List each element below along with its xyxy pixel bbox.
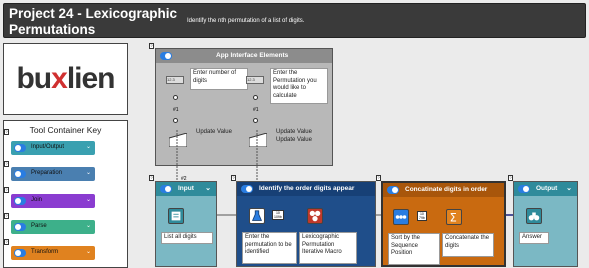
key-item-parse[interactable]: Parse ⌄	[11, 220, 95, 234]
record-count-badge: 10 109b	[272, 210, 284, 220]
chevron-down-icon[interactable]: ⌄	[566, 184, 572, 192]
numeric-updown-tool[interactable]: 12.3	[166, 76, 184, 84]
note-list-digits: List all digits	[161, 232, 213, 244]
chevron-down-icon[interactable]: ⌄	[86, 196, 91, 203]
comment-marker: ?	[4, 129, 9, 135]
container-header[interactable]: App Interface Elements	[156, 49, 332, 63]
comment-marker: ?	[4, 187, 9, 193]
tool-container-key: Tool Container Key ? Input/Output ⌄ ? Pr…	[3, 120, 128, 268]
page-title: Project 24 - Lexicographic Permutations	[9, 6, 178, 37]
update-value-label: Update Value Update Value	[276, 129, 312, 143]
toggle-switch[interactable]	[14, 223, 26, 231]
text-input-icon[interactable]	[168, 208, 184, 224]
update-value-icon[interactable]	[249, 133, 267, 147]
macro-icon[interactable]	[307, 208, 323, 224]
container-header[interactable]: Concatinate digits in order	[383, 183, 504, 197]
chevron-down-icon[interactable]: ⌄	[86, 222, 91, 229]
header-banner: Project 24 - Lexicographic Permutations …	[3, 3, 586, 38]
chevron-down-icon[interactable]: ⌄	[86, 248, 91, 255]
container-header[interactable]: Identify the order digits appear	[237, 182, 375, 196]
note-digits: Enter number of digits	[190, 68, 248, 90]
toggle-switch[interactable]	[387, 186, 399, 194]
note-sort: Sort by the Sequence Position	[388, 233, 440, 265]
connector-anchor[interactable]	[253, 95, 258, 100]
note-enter-permutation: Enter the permutation to be identified	[242, 232, 297, 264]
toggle-switch[interactable]	[160, 52, 172, 60]
concat-container[interactable]: Concatinate digits in order 10 79b Σ Sor…	[381, 181, 506, 267]
key-item-input-output[interactable]: Input/Output ⌄	[11, 141, 95, 155]
output-container[interactable]: Output ⌄ Answer	[513, 181, 578, 267]
note-answer: Answer	[519, 232, 549, 244]
note-concat: Concatenate the digits	[442, 233, 494, 257]
update-value-label: Update Value	[196, 129, 232, 135]
record-count-badge: 10 79b	[417, 211, 427, 221]
numeric-updown-tool[interactable]: 12.3	[246, 76, 264, 84]
comment-marker: ?	[149, 175, 154, 181]
logo-box: buxlien	[3, 43, 128, 115]
toggle-switch[interactable]	[241, 185, 253, 193]
browse-binoculars-icon[interactable]	[526, 208, 542, 224]
toggle-switch[interactable]	[14, 170, 26, 178]
comment-marker: ?	[4, 213, 9, 219]
chevron-down-icon[interactable]: ⌄	[86, 169, 91, 176]
sort-icon[interactable]	[393, 209, 409, 225]
container-header[interactable]: Output ⌄	[514, 182, 577, 196]
comment-marker: ?	[4, 239, 9, 245]
app-interface-container[interactable]: App Interface Elements 12.3 Enter number…	[155, 48, 333, 166]
connector-anchor[interactable]	[173, 118, 178, 123]
note-permutation: Enter the Permutation you would like to …	[270, 68, 328, 104]
page-description: Identify the nth permutation of a list o…	[187, 18, 305, 24]
summarize-icon[interactable]: Σ	[446, 209, 462, 225]
toggle-switch[interactable]	[518, 185, 530, 193]
svg-text:Σ: Σ	[450, 210, 457, 224]
toggle-switch[interactable]	[14, 197, 26, 205]
comment-marker: ?	[4, 161, 9, 167]
toggle-switch[interactable]	[160, 185, 172, 193]
toggle-switch[interactable]	[14, 249, 26, 257]
key-item-preparation[interactable]: Preparation ⌄	[11, 167, 95, 181]
connector-anchor[interactable]	[253, 118, 258, 123]
logo: buxlien	[16, 62, 115, 95]
connector-anchor[interactable]	[173, 95, 178, 100]
container-header[interactable]: Input ⌄	[156, 182, 216, 196]
toggle-switch[interactable]	[14, 144, 26, 152]
key-item-transform[interactable]: Transform ⌄	[11, 246, 95, 260]
chevron-down-icon[interactable]: ⌄	[205, 184, 211, 192]
update-value-icon[interactable]	[169, 133, 187, 147]
flask-icon[interactable]	[249, 208, 265, 224]
key-title: Tool Container Key	[29, 125, 102, 135]
input-container[interactable]: Input ⌄ #2 List all digits	[155, 176, 217, 267]
key-item-join[interactable]: Join ⌄	[11, 194, 95, 208]
order-container[interactable]: Identify the order digits appear 10 109b…	[236, 181, 376, 267]
chevron-down-icon[interactable]: ⌄	[86, 143, 91, 150]
comment-marker: ?	[149, 43, 154, 49]
note-macro: Lexicographic Permutation Iterative Macr…	[299, 232, 357, 264]
